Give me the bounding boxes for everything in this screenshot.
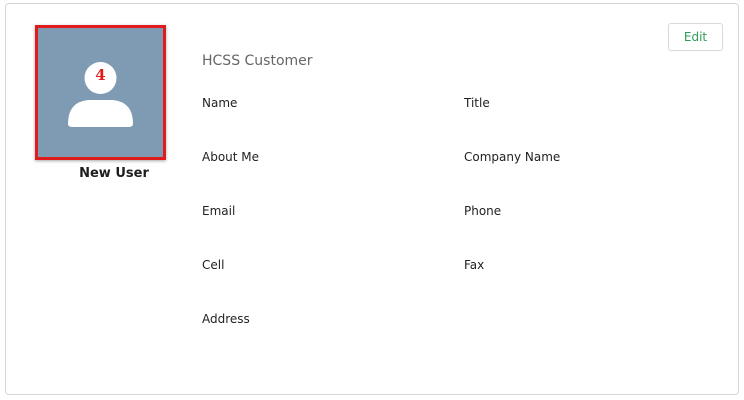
field-label-fax: Fax [464,258,485,272]
profile-picture[interactable]: 4 [35,25,166,160]
annotation-number: 4 [95,66,106,84]
field-label-cell: Cell [202,258,225,272]
organization-name: HCSS Customer [202,53,313,69]
field-label-email: Email [202,204,236,218]
field-label-company-name: Company Name [464,150,561,164]
field-label-phone: Phone [464,204,502,218]
user-silhouette-icon [68,62,133,127]
field-label-name: Name [202,96,238,110]
field-label-title: Title [464,96,490,110]
user-display-name: New User [79,166,149,181]
field-label-address: Address [202,312,250,326]
user-profile-card: 4 New User HCSS Customer Edit Name Title… [5,3,739,395]
edit-button[interactable]: Edit [668,23,723,51]
field-label-about-me: About Me [202,150,260,164]
